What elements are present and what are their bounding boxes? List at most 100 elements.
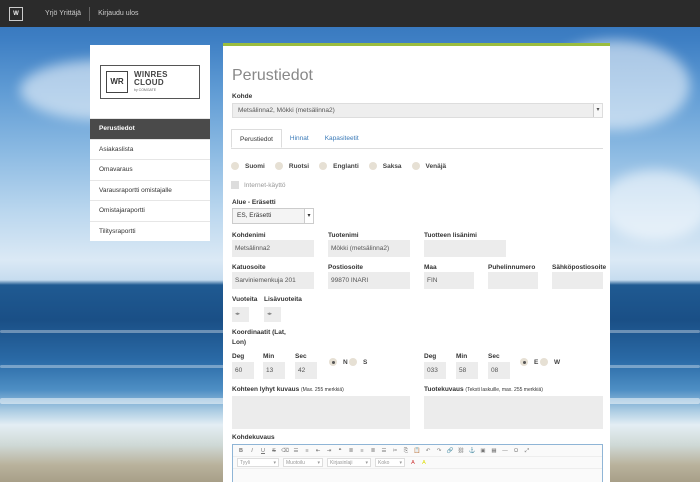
bullet-list-icon[interactable]: ≡ — [303, 447, 311, 455]
internet-checkbox-row[interactable]: Internet-käyttö — [231, 181, 286, 189]
postiosoite-input[interactable]: 99870 INARI — [328, 272, 410, 289]
lisavuoteita-label: Lisävuoteita — [264, 296, 302, 303]
maa-input[interactable]: FIN — [424, 272, 474, 289]
font-select[interactable]: Kirjasinlaji — [327, 458, 371, 467]
lat-n-label: N — [343, 358, 348, 366]
logout-link[interactable]: Kirjaudu ulos — [98, 10, 138, 17]
checkbox-icon[interactable] — [231, 181, 239, 189]
blockquote-icon[interactable]: ❝ — [336, 447, 344, 455]
lat-n-option[interactable]: N — [329, 358, 348, 366]
radio-icon[interactable] — [329, 358, 337, 366]
lat-deg-label: Deg — [232, 353, 245, 360]
radio-icon[interactable] — [231, 162, 239, 170]
app-logo-icon[interactable]: W — [9, 6, 23, 21]
numbered-list-icon[interactable]: ☰ — [292, 447, 300, 455]
brand-logo: WR WINRES CLOUD by COMGATE — [90, 45, 210, 118]
radio-icon[interactable] — [274, 162, 283, 170]
lon-w-option[interactable]: W — [540, 358, 560, 366]
underline-icon[interactable]: U — [259, 447, 267, 455]
language-option-saksa[interactable]: Saksa — [368, 162, 402, 170]
text-color-icon[interactable]: A — [409, 459, 417, 467]
align-left-icon[interactable]: ≣ — [347, 447, 355, 455]
lon-min-input[interactable]: 58 — [456, 362, 478, 379]
radio-icon[interactable] — [540, 358, 548, 366]
sidebar-item-omistajaraportti[interactable]: Omistajaraportti — [90, 200, 210, 221]
tab-perustiedot[interactable]: Perustiedot — [231, 129, 282, 148]
outdent-icon[interactable]: ⇤ — [314, 447, 322, 455]
justify-icon[interactable]: ☰ — [380, 447, 388, 455]
lon-e-option[interactable]: E — [520, 358, 538, 366]
size-select[interactable]: Koko — [375, 458, 405, 467]
tab-hinnat[interactable]: Hinnat — [282, 129, 317, 148]
language-option-venaja[interactable]: Venäjä — [411, 162, 446, 170]
remove-format-icon[interactable]: ⌫ — [281, 447, 289, 455]
cloud — [600, 170, 700, 240]
redo-icon[interactable]: ↷ — [435, 447, 443, 455]
lat-s-option[interactable]: S — [349, 358, 367, 366]
lon-w-label: W — [554, 358, 561, 366]
sidebar-item-perustiedot[interactable]: Perustiedot — [90, 118, 210, 139]
lon-deg-input[interactable]: 033 — [424, 362, 446, 379]
alue-select[interactable]: ES, Eräsetti ▾ — [232, 208, 314, 224]
lon-sec-input[interactable]: 08 — [488, 362, 510, 379]
sidebar-item-tilitysraportti[interactable]: Tilitysraportti — [90, 220, 210, 242]
style-select[interactable]: Tyyli — [237, 458, 279, 467]
image-icon[interactable]: ▣ — [479, 447, 487, 455]
undo-icon[interactable]: ↶ — [424, 447, 432, 455]
background-color-icon[interactable]: A — [420, 459, 428, 467]
radio-icon[interactable] — [319, 162, 328, 170]
cut-icon[interactable]: ✂ — [391, 447, 399, 455]
vuoteita-stepper[interactable]: ◂▸ — [232, 307, 249, 322]
bold-icon[interactable]: B — [237, 447, 245, 455]
puhelin-input[interactable] — [488, 272, 538, 289]
lisavuoteita-stepper[interactable]: ◂▸ — [264, 307, 281, 322]
sidebar-item-omavaraus[interactable]: Omavaraus — [90, 159, 210, 180]
language-label: Ruotsi — [288, 162, 310, 170]
lat-min-input[interactable]: 13 — [263, 362, 285, 379]
lat-deg-input[interactable]: 60 — [232, 362, 254, 379]
editor-toolbar-row2: Tyyli Muotoilu Kirjasinlaji Koko A A — [233, 457, 602, 469]
indent-icon[interactable]: ⇥ — [325, 447, 333, 455]
align-right-icon[interactable]: ≣ — [369, 447, 377, 455]
top-bar: W Yrjö Yrittäjä Kirjaudu ulos — [0, 0, 700, 27]
sidebar-item-asiakaslista[interactable]: Asiakaslista — [90, 138, 210, 160]
copy-icon[interactable]: ⎘ — [402, 447, 410, 455]
tab-kapasiteetit[interactable]: Kapasiteetit — [317, 129, 367, 148]
katuosoite-input[interactable]: Sarviniemenkuja 201 — [232, 272, 314, 289]
tuotenimi-input[interactable]: Mökki (metsälinna2) — [328, 240, 410, 257]
table-icon[interactable]: ▦ — [490, 447, 498, 455]
alue-select-value: ES, Eräsetti — [237, 212, 272, 219]
link-icon[interactable]: 🔗 — [446, 447, 454, 455]
maximize-icon[interactable]: ⤢ — [523, 447, 531, 455]
language-option-englanti[interactable]: Englanti — [319, 162, 359, 170]
radio-icon[interactable] — [368, 162, 377, 170]
align-center-icon[interactable]: ≡ — [358, 447, 366, 455]
lyhyt-kuvaus-textarea[interactable] — [232, 396, 410, 429]
kohdenimi-input[interactable]: Metsälinna2 — [232, 240, 314, 257]
sahkoposti-input[interactable] — [552, 272, 603, 289]
radio-icon[interactable] — [411, 162, 420, 170]
tuotekuvaus-label: Tuotekuvaus (Teksti laskuille, max. 255 … — [424, 386, 543, 393]
unlink-icon[interactable]: ⛓ — [457, 447, 465, 455]
language-option-ruotsi[interactable]: Ruotsi — [274, 162, 310, 170]
kohde-select[interactable]: Metsälinna2, Mökki (metsälinna2) ▾ — [232, 103, 603, 118]
chevron-down-icon[interactable]: ▾ — [593, 104, 602, 117]
radio-icon[interactable] — [349, 358, 357, 366]
user-name-link[interactable]: Yrjö Yrittäjä — [45, 10, 81, 17]
format-select[interactable]: Muotoilu — [283, 458, 323, 467]
lat-sec-input[interactable]: 42 — [295, 362, 317, 379]
italic-icon[interactable]: I — [248, 447, 256, 455]
rich-text-editor[interactable]: B I U S ⌫ ☰ ≡ ⇤ ⇥ ❝ ≣ ≡ ≣ ☰ ✂ ⎘ 📋 ↶ ↷ 🔗 … — [232, 444, 603, 482]
paste-icon[interactable]: 📋 — [413, 447, 421, 455]
language-option-suomi[interactable]: Suomi — [231, 162, 265, 170]
horizontal-rule-icon[interactable]: ― — [501, 447, 509, 455]
anchor-icon[interactable]: ⚓ — [468, 447, 476, 455]
puhelin-label: Puhelinnumero — [488, 264, 536, 271]
chevron-down-icon[interactable]: ▾ — [304, 209, 313, 223]
sidebar-item-varausraportti[interactable]: Varausraportti omistajalle — [90, 179, 210, 201]
lisanimi-input[interactable] — [424, 240, 506, 257]
tuotekuvaus-textarea[interactable] — [424, 396, 603, 429]
radio-icon[interactable] — [520, 358, 528, 366]
special-char-icon[interactable]: Ω — [512, 447, 520, 455]
strikethrough-icon[interactable]: S — [270, 447, 278, 455]
